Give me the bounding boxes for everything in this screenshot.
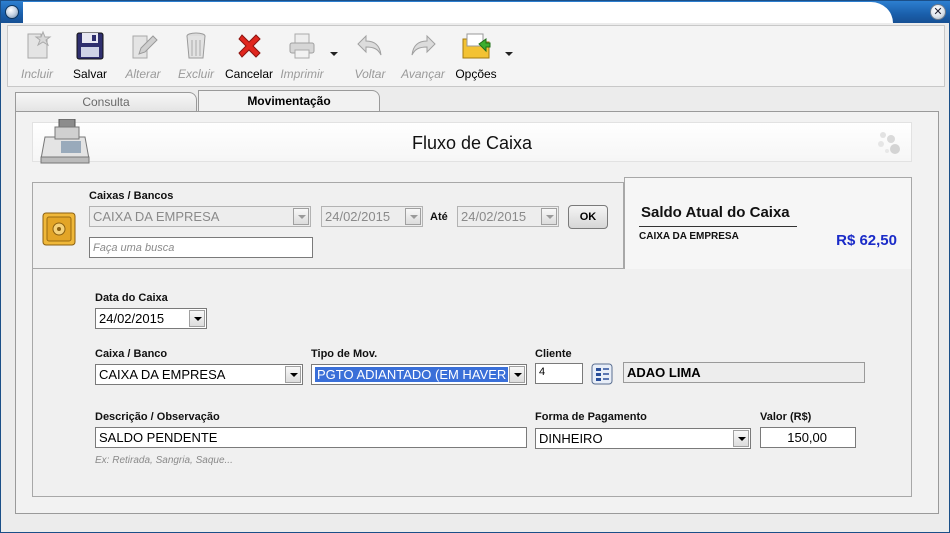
safe-icon	[42, 212, 76, 246]
cliente-label: Cliente	[535, 348, 572, 360]
forma-pagamento-label: Forma de Pagamento	[535, 411, 647, 423]
valor-label: Valor (R$)	[760, 411, 812, 423]
caixa-banco-label: Caixa / Banco	[95, 348, 168, 360]
chevron-down-icon[interactable]	[541, 208, 557, 225]
caixa-filter-select[interactable]: CAIXA DA EMPRESA	[89, 206, 311, 227]
decorative-dots-icon	[878, 132, 900, 154]
saldo-value: R$ 62,50	[836, 232, 897, 249]
opcoes-dropdown-icon[interactable]	[505, 52, 513, 56]
cliente-name-field: ADAO LIMA	[623, 362, 865, 383]
search-input[interactable]: Faça uma busca	[89, 237, 313, 258]
valor-input[interactable]: 150,00	[760, 427, 856, 448]
cancelar-button[interactable]: Cancelar	[223, 28, 275, 84]
client-lookup-icon[interactable]	[591, 363, 613, 385]
date-from-select[interactable]: 24/02/2015	[321, 206, 423, 227]
imprimir-dropdown-icon[interactable]	[330, 52, 338, 56]
descricao-label: Descrição / Observação	[95, 411, 220, 423]
chevron-down-icon[interactable]	[293, 208, 309, 225]
opcoes-label: Opções	[455, 67, 497, 81]
title-bar: ✕	[1, 1, 950, 23]
tab-movimentacao[interactable]: Movimentação	[198, 90, 380, 112]
title-tab	[23, 2, 893, 23]
tipo-mov-select[interactable]: PGTO ADIANTADO (EM HAVER	[311, 364, 527, 385]
avancar-button[interactable]: Avançar	[398, 28, 448, 84]
forma-pagamento-select[interactable]: DINHEIRO	[535, 428, 751, 449]
voltar-label: Voltar	[354, 67, 386, 81]
date-from-value: 24/02/2015	[325, 209, 391, 224]
caixa-banco-select[interactable]: CAIXA DA EMPRESA	[95, 364, 303, 385]
alterar-label: Alterar	[125, 67, 161, 81]
filter-box: Caixas / Bancos CAIXA DA EMPRESA 24/02/2…	[32, 182, 624, 269]
tipo-mov-value: PGTO ADIANTADO (EM HAVER	[315, 367, 509, 382]
excluir-button[interactable]: Excluir	[171, 28, 221, 84]
descricao-input[interactable]: SALDO PENDENTE	[95, 427, 527, 448]
page-title: Fluxo de Caixa	[411, 133, 533, 153]
data-caixa-value: 24/02/2015	[99, 311, 165, 326]
date-to-value: 24/02/2015	[461, 209, 527, 224]
printer-icon	[289, 33, 315, 59]
cancelar-label: Cancelar	[224, 67, 274, 81]
movimentacao-panel: Fluxo de Caixa Caixas / Bancos CAIXA DA …	[15, 111, 939, 514]
close-icon[interactable]: ✕	[930, 4, 946, 20]
salvar-label: Salvar	[72, 67, 107, 81]
data-caixa-select[interactable]: 24/02/2015	[95, 308, 207, 329]
ate-label: Até	[430, 211, 448, 223]
chevron-down-icon[interactable]	[509, 366, 525, 383]
opcoes-button[interactable]: Opções	[451, 28, 501, 84]
toolbar: Incluir Salvar Alterar Excluir Cancelar …	[7, 25, 945, 87]
forward-arrow-icon	[411, 34, 436, 56]
back-arrow-icon	[357, 34, 382, 56]
movement-form: Data do Caixa 24/02/2015 Caixa / Banco C…	[32, 269, 912, 497]
descricao-hint: Ex: Retirada, Sangria, Saque...	[95, 455, 233, 466]
data-caixa-label: Data do Caixa	[95, 292, 168, 304]
forma-pagamento-value: DINHEIRO	[539, 431, 603, 446]
trash-can-icon	[186, 32, 206, 59]
tab-consulta[interactable]: Consulta	[15, 92, 197, 112]
page-header: Fluxo de Caixa	[32, 119, 912, 164]
salvar-button[interactable]: Salvar	[66, 28, 114, 84]
tab-strip: Consulta Movimentação	[15, 90, 939, 112]
app-window: ✕ Incluir Salvar Alterar Excluir Cancela…	[0, 0, 950, 533]
saldo-divider	[639, 226, 797, 227]
date-to-select[interactable]: 24/02/2015	[457, 206, 559, 227]
avancar-label: Avançar	[401, 67, 445, 81]
tipo-mov-label: Tipo de Mov.	[311, 348, 378, 360]
system-menu-icon[interactable]	[5, 5, 19, 19]
saldo-caixa-name: CAIXA DA EMPRESA	[639, 231, 739, 242]
caixa-filter-value: CAIXA DA EMPRESA	[93, 209, 220, 224]
saldo-box: Saldo Atual do Caixa CAIXA DA EMPRESA R$…	[624, 177, 912, 274]
options-folder-icon	[462, 33, 491, 59]
chevron-down-icon[interactable]	[405, 208, 421, 225]
alterar-button[interactable]: Alterar	[118, 28, 168, 84]
caixa-banco-value: CAIXA DA EMPRESA	[99, 367, 226, 382]
voltar-button[interactable]: Voltar	[346, 28, 394, 84]
caixas-bancos-label: Caixas / Bancos	[89, 190, 174, 202]
floppy-disk-icon	[76, 32, 104, 60]
saldo-title: Saldo Atual do Caixa	[641, 204, 790, 221]
chevron-down-icon[interactable]	[285, 366, 301, 383]
imprimir-button[interactable]: Imprimir	[276, 28, 328, 84]
chevron-down-icon[interactable]	[189, 310, 205, 327]
excluir-label: Excluir	[177, 67, 214, 81]
ok-button[interactable]: OK	[568, 205, 608, 229]
chevron-down-icon[interactable]	[733, 430, 749, 447]
incluir-label: Incluir	[20, 67, 53, 81]
imprimir-label: Imprimir	[280, 67, 324, 81]
cliente-code-input[interactable]: 4	[535, 363, 583, 384]
red-x-icon	[238, 34, 261, 58]
new-document-icon	[27, 30, 52, 59]
edit-pencil-icon	[132, 35, 158, 59]
incluir-button[interactable]: Incluir	[12, 28, 62, 84]
